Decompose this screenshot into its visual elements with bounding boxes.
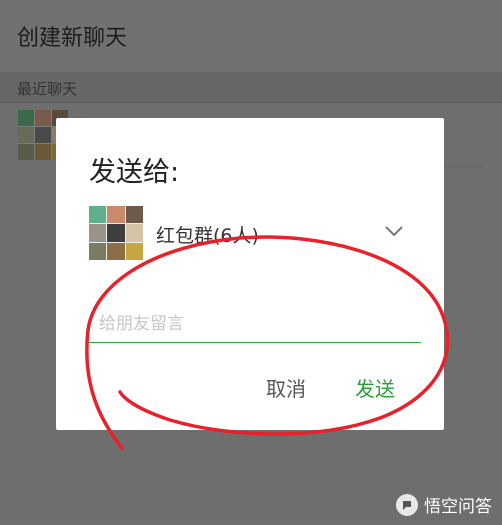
section-label: 最近聊天	[17, 80, 78, 98]
header-bar: 创建新聊天	[0, 0, 502, 70]
recipient-selector[interactable]: 红包群(6人)	[89, 206, 414, 260]
recipient-name: 红包群(6人)	[156, 225, 259, 247]
dialog-title: 发送给:	[89, 157, 180, 188]
cancel-button[interactable]: 取消	[266, 373, 306, 402]
watermark-text: 悟空问答	[424, 497, 492, 517]
send-to-dialog: 发送给: 红包群(6人) 取消 发送	[56, 118, 444, 430]
send-button[interactable]: 发送	[355, 373, 395, 402]
toutiao-logo-icon	[396, 493, 418, 516]
group-avatar	[89, 206, 143, 260]
chevron-down-icon[interactable]	[384, 224, 404, 238]
message-input[interactable]	[89, 306, 421, 343]
page-title: 创建新聊天	[17, 26, 128, 51]
watermark: 悟空问答	[396, 492, 492, 517]
divider	[0, 102, 502, 103]
recent-chats-section: 最近聊天	[0, 72, 502, 102]
